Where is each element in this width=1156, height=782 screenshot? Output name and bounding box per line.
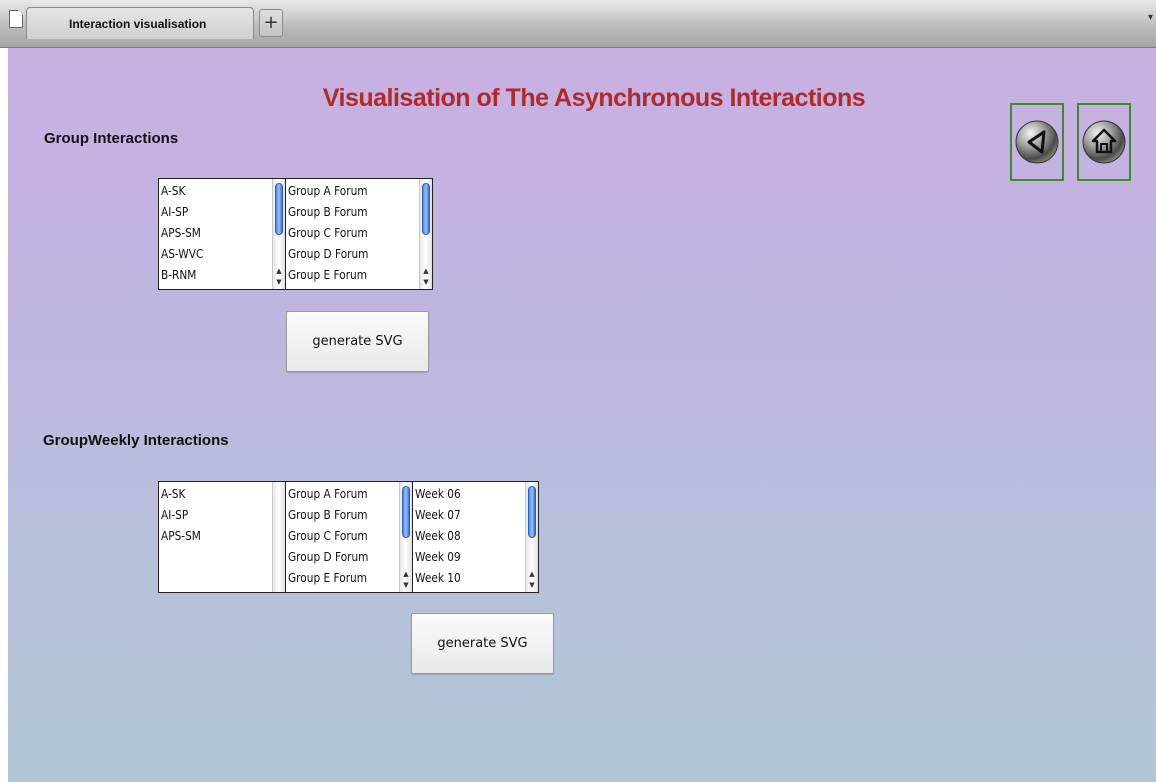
scrollbar[interactable]: ▲ ▼	[419, 179, 432, 289]
list-option[interactable]: A-SK	[161, 181, 270, 202]
list-option[interactable]: A-SK	[161, 484, 270, 505]
group-list-1[interactable]: A-SK AI-SP APS-SM AS-WVC B-RNM ▲ ▼	[158, 178, 286, 290]
scrollbar[interactable]: ▲ ▼	[272, 179, 285, 289]
scroll-thumb[interactable]	[528, 486, 536, 538]
page-title: Visualisation of The Asynchronous Intera…	[322, 84, 866, 112]
scroll-up-icon[interactable]: ▲	[420, 266, 432, 277]
list-option[interactable]: APS-SM	[161, 223, 270, 244]
scrollbar[interactable]: ▲ ▼	[399, 482, 412, 592]
scroll-down-icon[interactable]: ▼	[273, 277, 285, 288]
list-option[interactable]: B-RNM	[161, 265, 270, 286]
list-option[interactable]: AI-SP	[161, 202, 270, 223]
forum-list-1[interactable]: Group A Forum Group B Forum Group C Forum G…	[285, 178, 433, 290]
home-button[interactable]	[1077, 103, 1131, 181]
tab-bar: Interaction visualisation + ▾	[0, 0, 1156, 48]
list-option[interactable]: Group E Forum	[288, 568, 397, 589]
page-content: Visualisation of The Asynchronous Intera…	[8, 48, 1156, 782]
browser-tab[interactable]: Interaction visualisation	[26, 7, 254, 39]
scroll-down-icon[interactable]: ▼	[400, 580, 412, 591]
back-button[interactable]	[1010, 103, 1064, 181]
scroll-down-icon[interactable]: ▼	[420, 277, 432, 288]
new-tab-button[interactable]: +	[259, 9, 283, 37]
group-weekly-interactions-heading: GroupWeekly Interactions	[43, 432, 229, 449]
tab-menu-icon[interactable]: ▾	[1148, 12, 1153, 23]
list-option[interactable]: APS-SM	[161, 526, 270, 547]
scroll-up-icon[interactable]: ▲	[273, 266, 285, 277]
generate-svg-button-2[interactable]: generate SVG	[411, 613, 554, 674]
list-option[interactable]: Group D Forum	[288, 244, 415, 265]
scroll-down-icon[interactable]: ▼	[526, 580, 538, 591]
list-option[interactable]: Week 09	[415, 547, 523, 568]
list-option[interactable]: Week 06	[415, 484, 523, 505]
scroll-thumb[interactable]	[422, 183, 430, 235]
scroll-up-icon[interactable]: ▲	[526, 569, 538, 580]
list-option[interactable]: Group D Forum	[288, 547, 397, 568]
scrollbar[interactable]	[272, 482, 285, 592]
scroll-up-icon[interactable]: ▲	[400, 569, 412, 580]
list-option[interactable]: Week 07	[415, 505, 523, 526]
list-option[interactable]: Group B Forum	[288, 202, 415, 223]
home-icon	[1082, 120, 1126, 164]
list-option[interactable]: Group C Forum	[288, 526, 397, 547]
list-option[interactable]: Group E Forum	[288, 265, 415, 286]
page-icon	[9, 10, 23, 28]
list-option[interactable]: Week 10	[415, 568, 523, 589]
forum-list-2[interactable]: Group A Forum Group B Forum Group C Forum G…	[285, 481, 413, 593]
list-option[interactable]: Group A Forum	[288, 484, 397, 505]
group-interactions-heading: Group Interactions	[44, 130, 179, 147]
group-list-2[interactable]: A-SK AI-SP APS-SM	[158, 481, 286, 593]
list-option[interactable]: Group C Forum	[288, 223, 415, 244]
list-option[interactable]: AI-SP	[161, 505, 270, 526]
scroll-thumb[interactable]	[402, 486, 410, 538]
week-list-2[interactable]: Week 06 Week 07 Week 08 Week 09 Week 10 ▲ ▼	[412, 481, 539, 593]
tab-title: Interaction visualisation	[69, 16, 207, 31]
generate-svg-button-1[interactable]: generate SVG	[286, 311, 429, 372]
back-arrow-icon	[1015, 120, 1059, 164]
scrollbar[interactable]: ▲ ▼	[525, 482, 538, 592]
list-option[interactable]: Group A Forum	[288, 181, 415, 202]
list-option[interactable]: Week 08	[415, 526, 523, 547]
list-option[interactable]: Group B Forum	[288, 505, 397, 526]
list-option[interactable]: AS-WVC	[161, 244, 270, 265]
browser-window: Interaction visualisation + ▾ Visualisat…	[0, 0, 1156, 782]
scroll-thumb[interactable]	[275, 183, 283, 235]
